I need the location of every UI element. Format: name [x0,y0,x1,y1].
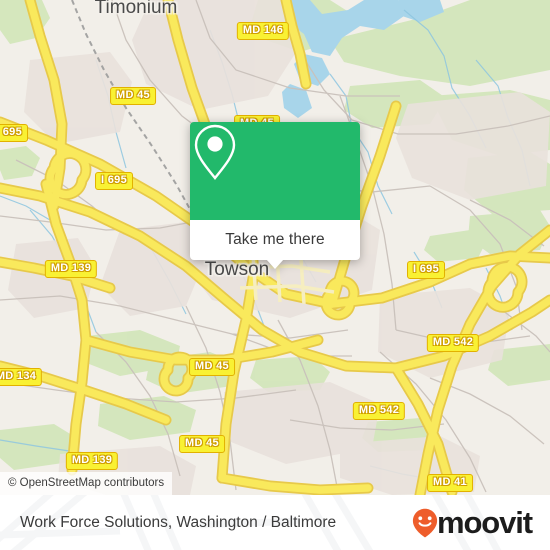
popup-pointer-tail [266,259,284,269]
road-shield-md-146: MD 146 [236,22,290,40]
road-shield-md-134: MD 134 [0,368,43,386]
location-popup-card[interactable]: Take me there [190,122,360,269]
road-shield-i-695: I 695 [0,124,28,142]
popup-action-area[interactable]: Take me there [190,220,360,269]
footer-bar: Work Force Solutions, Washington / Balti… [0,495,550,550]
road-shield-md-139: MD 139 [44,260,98,278]
road-shield-i-695-west: I 695 [95,172,133,190]
road-shield-md-45-south: MD 45 [179,435,225,453]
place-label-timonium: Timonium [94,0,178,18]
take-me-there-label: Take me there [225,231,325,248]
map-canvas[interactable]: Timonium Towson MD 146 MD 45 I 695 MD 45… [0,0,550,495]
place-label-towson: Towson [204,259,270,280]
road-shield-md-542: MD 542 [426,334,480,352]
road-shield-md-45: MD 45 [110,87,156,105]
road-shield-md-45-mid: MD 45 [189,358,235,376]
popup-icon-area [190,122,360,220]
moovit-wordmark: moovit [436,505,533,540]
road-shield-md-542-south: MD 542 [352,402,406,420]
moovit-logo[interactable]: moovit [412,505,533,540]
map-attribution[interactable]: © OpenStreetMap contributors [0,472,173,495]
road-shield-md-139-south: MD 139 [65,452,119,470]
moovit-pin-smile-icon [412,508,438,537]
road-shield-i-695-east: I 695 [407,261,445,279]
map-pin-icon [194,124,236,180]
map-screen: Timonium Towson MD 146 MD 45 I 695 MD 45… [0,0,550,550]
location-title: Work Force Solutions, Washington / Balti… [20,513,337,531]
road-shield-md-41: MD 41 [427,474,473,492]
